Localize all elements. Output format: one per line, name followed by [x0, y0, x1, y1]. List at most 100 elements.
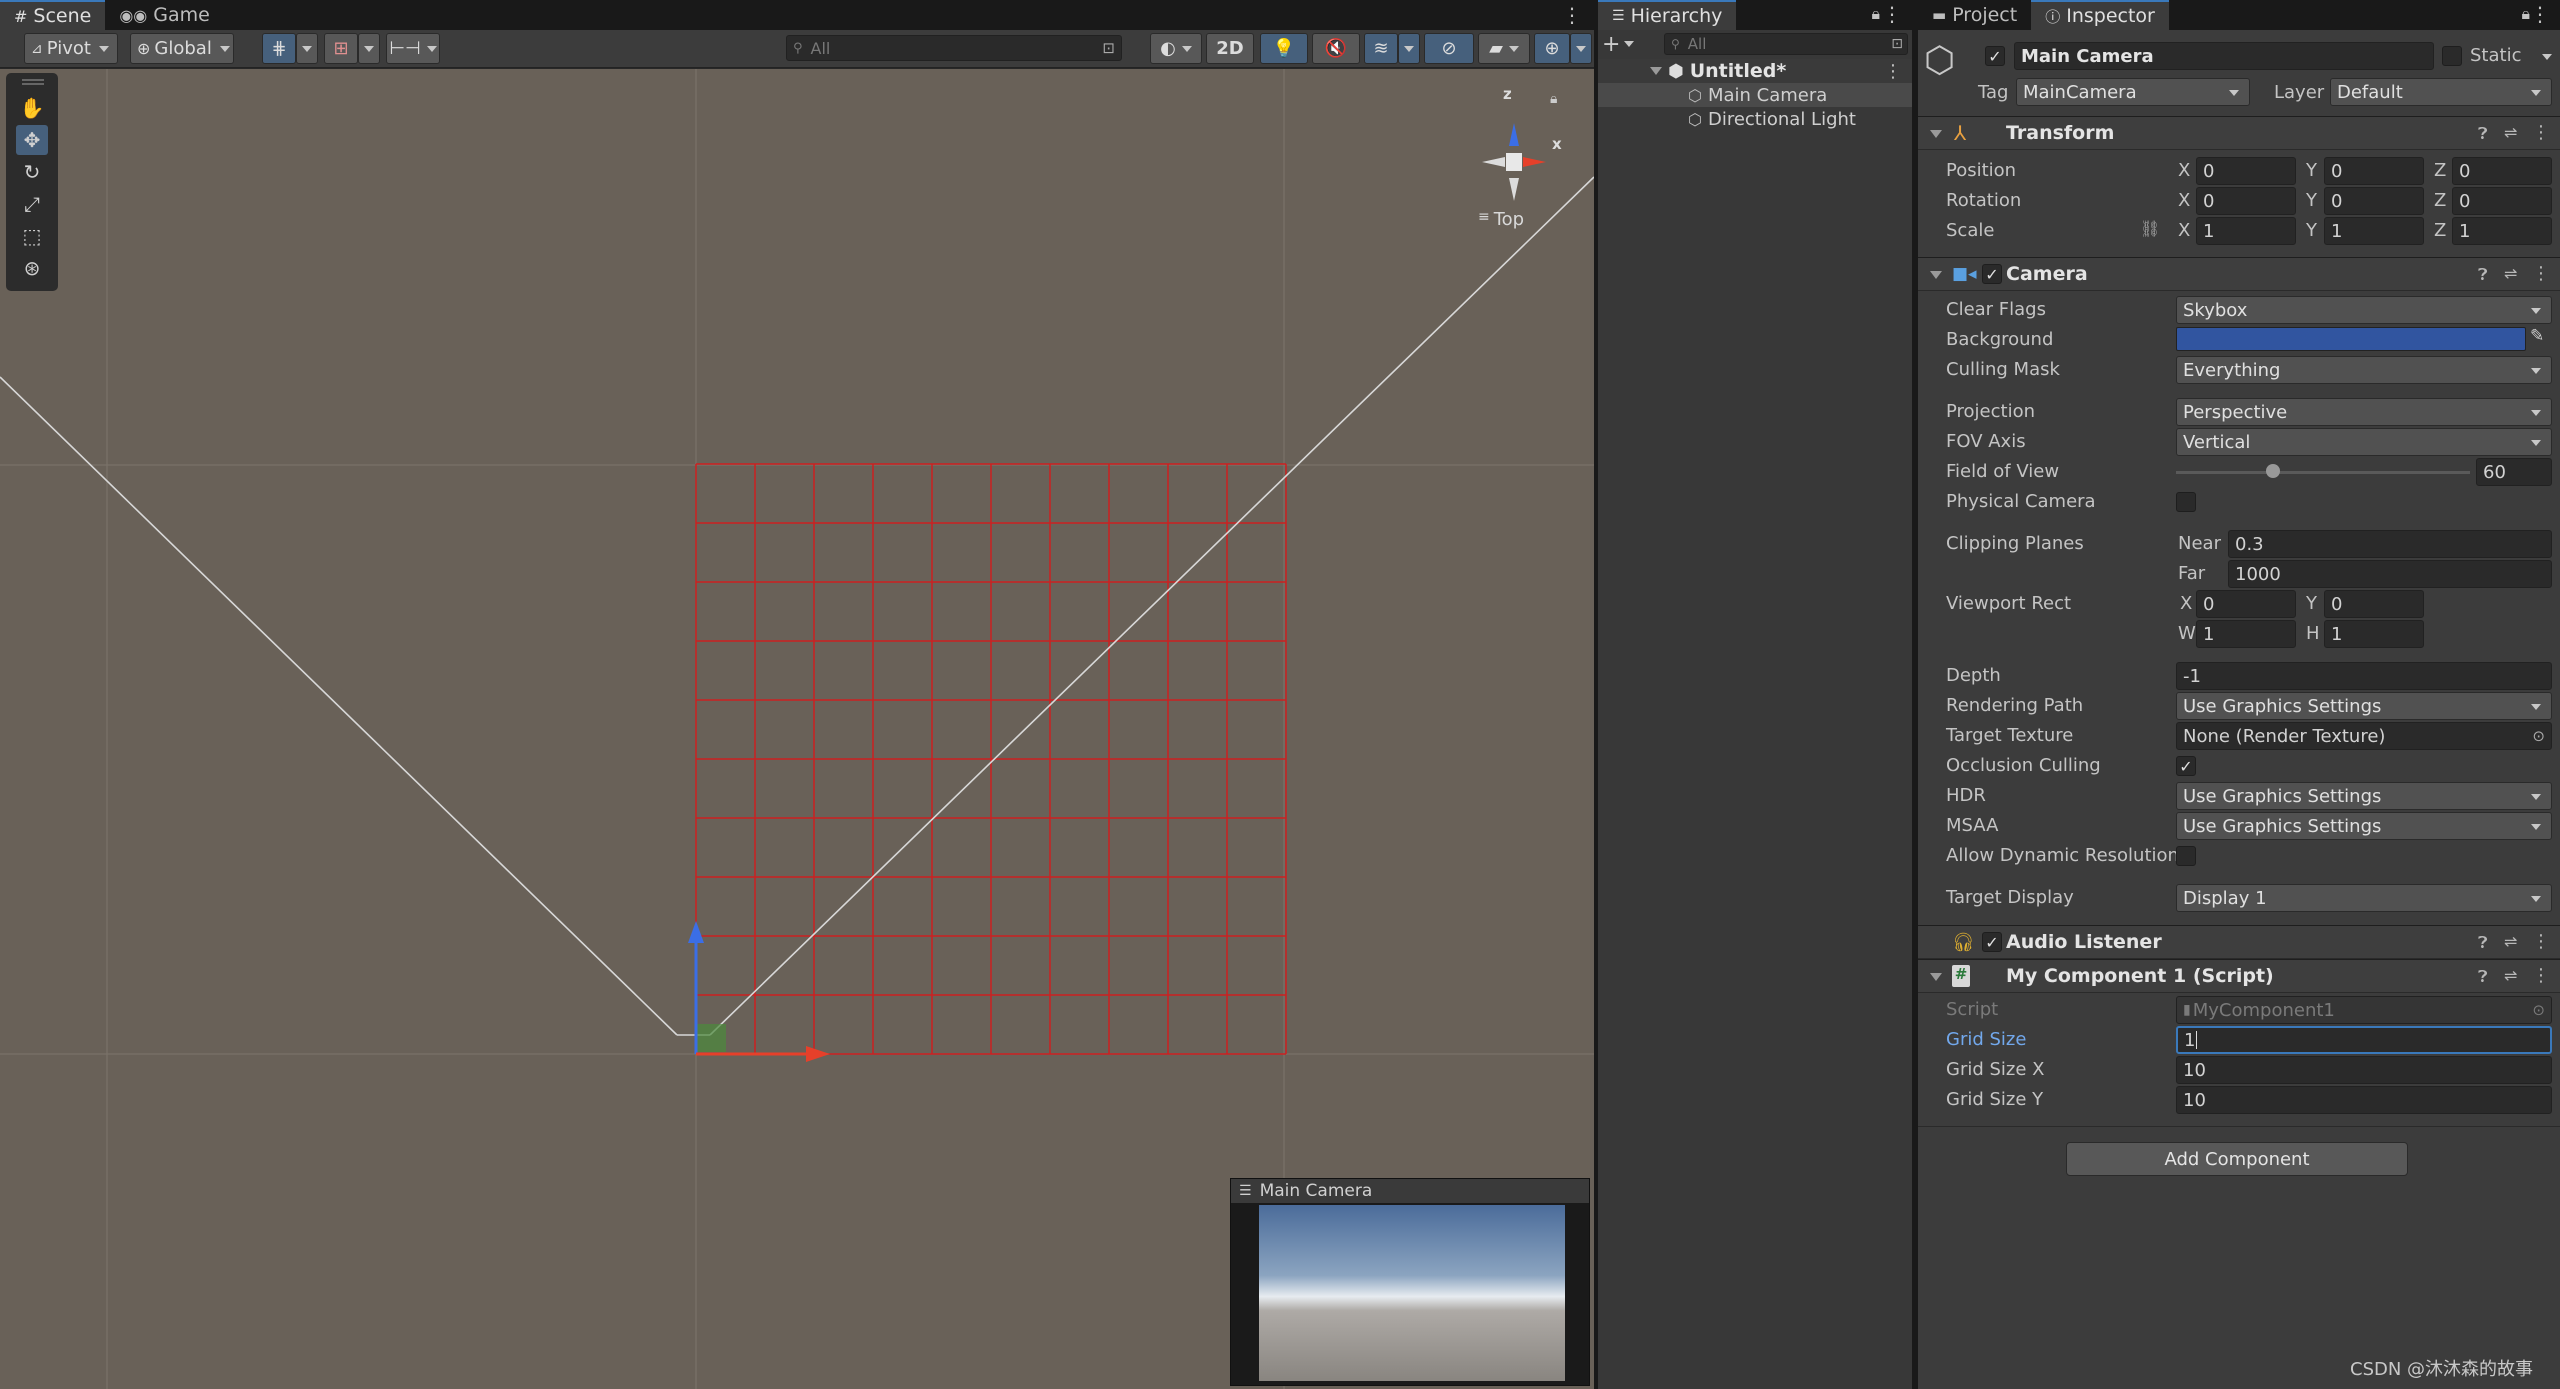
- scene-more-icon[interactable]: ⋮: [1884, 61, 1902, 82]
- lock-icon[interactable]: 🔒︎: [1871, 4, 1880, 24]
- tab-project[interactable]: ▬ Project: [1918, 0, 2031, 30]
- background-color-field[interactable]: [2176, 327, 2526, 351]
- transform-x-input[interactable]: 1: [2196, 217, 2296, 245]
- palette-drag-handle[interactable]: [22, 79, 44, 85]
- transform-z-input[interactable]: 0: [2452, 157, 2552, 185]
- tab-scene[interactable]: # Scene: [0, 0, 106, 30]
- tab-inspector[interactable]: ⓘ Inspector: [2031, 0, 2169, 30]
- depth-input[interactable]: -1: [2176, 662, 2552, 690]
- transform-tool-icon[interactable]: ⊛: [16, 253, 48, 283]
- grid-size-x-input[interactable]: 10: [2176, 1056, 2552, 1084]
- msaa-dropdown[interactable]: Use Graphics Settings: [2176, 812, 2552, 840]
- inspector-more-icon[interactable]: ⋮: [2530, 2, 2550, 26]
- axis-x-label[interactable]: X: [2178, 190, 2190, 211]
- hidden-objects-toggle[interactable]: ⊘: [1424, 33, 1474, 64]
- component-menu-icon[interactable]: ⋮: [2532, 263, 2550, 284]
- y-arrow-head[interactable]: [688, 921, 704, 943]
- rotate-tool-icon[interactable]: ↻: [16, 157, 48, 187]
- viewport-w-input[interactable]: 1: [2196, 620, 2296, 648]
- occlusion-culling-checkbox[interactable]: ✓: [2176, 756, 2196, 776]
- component-menu-icon[interactable]: ⋮: [2532, 122, 2550, 143]
- far-input[interactable]: 1000: [2228, 560, 2552, 588]
- physical-camera-checkbox[interactable]: [2176, 492, 2196, 512]
- gizmo-neg-z-cone[interactable]: [1509, 178, 1519, 201]
- axis-z-label[interactable]: Z: [2434, 190, 2446, 211]
- preset-icon[interactable]: ⇌: [2504, 932, 2517, 951]
- preset-icon[interactable]: ⇌: [2504, 264, 2517, 283]
- more-menu-icon[interactable]: ⋮: [1562, 3, 1582, 27]
- target-display-dropdown[interactable]: Display 1: [2176, 884, 2552, 912]
- effects-toggle-button[interactable]: ≋: [1364, 33, 1398, 64]
- scene-viewport[interactable]: ✋ ✥ ↻ ⤢ ⬚ ⊛ z x 🔒︎ ≡ Top ☰ Main Camera: [0, 69, 1594, 1389]
- viewport-x-input[interactable]: 0: [2196, 590, 2296, 618]
- gizmo-x-cone[interactable]: [1523, 157, 1546, 167]
- tag-dropdown[interactable]: MainCamera: [2016, 78, 2250, 106]
- culling-mask-dropdown[interactable]: Everything: [2176, 356, 2552, 384]
- projection-dropdown[interactable]: Perspective: [2176, 398, 2552, 426]
- move-tool-icon[interactable]: ✥: [16, 125, 48, 155]
- target-texture-field[interactable]: None (Render Texture) ⊙: [2176, 722, 2552, 750]
- axis-x-label[interactable]: X: [2178, 220, 2190, 241]
- scale-link-icon[interactable]: ⛓: [2140, 219, 2160, 238]
- layer-dropdown[interactable]: Default: [2330, 78, 2552, 106]
- help-icon[interactable]: ❓︎: [2478, 265, 2488, 285]
- search-filter-icon[interactable]: ⊡: [1891, 36, 1903, 52]
- axis-z-label[interactable]: Z: [2434, 220, 2446, 241]
- axis-y-label[interactable]: Y: [2306, 190, 2317, 211]
- transform-header[interactable]: ⅄ Transform ❓︎ ⇌ ⋮: [1918, 116, 2560, 150]
- gizmos-dropdown[interactable]: [1570, 33, 1592, 64]
- help-icon[interactable]: ❓︎: [2478, 124, 2488, 144]
- camera-header[interactable]: ■◂ ✓ Camera ❓︎ ⇌ ⋮: [1918, 257, 2560, 291]
- audio-listener-checkbox[interactable]: ✓: [1982, 932, 2002, 952]
- viewport-h-input[interactable]: 1: [2324, 620, 2424, 648]
- transform-z-input[interactable]: 0: [2452, 187, 2552, 215]
- snap-grid-button[interactable]: ⋕: [262, 33, 296, 64]
- component-menu-icon[interactable]: ⋮: [2532, 931, 2550, 952]
- help-icon[interactable]: ❓︎: [2478, 933, 2488, 953]
- transform-y-input[interactable]: 0: [2324, 187, 2424, 215]
- hierarchy-search-input[interactable]: ⚲ All ⊡: [1664, 33, 1908, 55]
- object-name-field[interactable]: Main Camera: [2014, 42, 2434, 70]
- transform-x-input[interactable]: 0: [2196, 157, 2296, 185]
- gizmo-neg-x-cone[interactable]: [1482, 157, 1505, 167]
- move-plane-handle[interactable]: [696, 1024, 726, 1052]
- camera-enabled-checkbox[interactable]: ✓: [1982, 264, 2002, 284]
- object-picker-icon[interactable]: ⊙: [2532, 727, 2545, 745]
- gizmos-toggle-button[interactable]: ⊕: [1534, 33, 1570, 64]
- create-dropdown[interactable]: +: [1602, 32, 1638, 57]
- effects-dropdown[interactable]: [1398, 33, 1420, 64]
- gizmo-center-cube[interactable]: [1506, 153, 1522, 171]
- snap-grid-dropdown[interactable]: [296, 33, 318, 64]
- static-checkbox[interactable]: [2442, 46, 2462, 66]
- transform-z-input[interactable]: 1: [2452, 217, 2552, 245]
- active-checkbox[interactable]: ✓: [1985, 46, 2005, 66]
- grid-snap-button[interactable]: ⊞: [324, 33, 358, 64]
- camera-preview-header[interactable]: ☰ Main Camera: [1231, 1179, 1589, 1203]
- gameobject-cube-icon[interactable]: ⬡: [1924, 40, 1955, 81]
- global-dropdown[interactable]: ⊕ Global: [130, 33, 234, 64]
- axis-y-label[interactable]: Y: [2306, 160, 2317, 181]
- tab-hierarchy[interactable]: ☰ Hierarchy: [1598, 0, 1737, 30]
- scene-root-row[interactable]: ⬢ Untitled* ⋮: [1598, 59, 1914, 83]
- search-filter-icon[interactable]: ⊡: [1102, 39, 1115, 57]
- near-input[interactable]: 0.3: [2228, 530, 2552, 558]
- foldout-triangle-icon[interactable]: [1930, 271, 1942, 279]
- grid-snap-dropdown[interactable]: [358, 33, 380, 64]
- grid-size-y-input[interactable]: 10: [2176, 1086, 2552, 1114]
- scene-search-input[interactable]: ⚲ All ⊡: [786, 35, 1122, 61]
- audio-listener-header[interactable]: 🎧︎ ✓ Audio Listener ❓︎ ⇌ ⋮: [1918, 925, 2560, 959]
- fov-slider-track[interactable]: [2176, 471, 2470, 474]
- x-arrow-head[interactable]: [806, 1046, 830, 1062]
- expand-triangle-icon[interactable]: [1650, 67, 1662, 75]
- lighting-toggle-button[interactable]: 💡: [1260, 33, 1308, 64]
- transform-x-input[interactable]: 0: [2196, 187, 2296, 215]
- component-menu-icon[interactable]: ⋮: [2532, 965, 2550, 986]
- hand-tool-icon[interactable]: ✋: [16, 93, 48, 123]
- viewport-y-input[interactable]: 0: [2324, 590, 2424, 618]
- foldout-triangle-icon[interactable]: [1930, 130, 1942, 138]
- fov-axis-dropdown[interactable]: Vertical: [2176, 428, 2552, 456]
- hierarchy-item-main-camera[interactable]: ⬡ Main Camera: [1598, 83, 1914, 107]
- 2d-toggle-button[interactable]: 2D: [1206, 33, 1254, 64]
- camera-settings-dropdown[interactable]: ▰: [1478, 33, 1530, 64]
- hierarchy-more-icon[interactable]: ⋮: [1882, 2, 1902, 26]
